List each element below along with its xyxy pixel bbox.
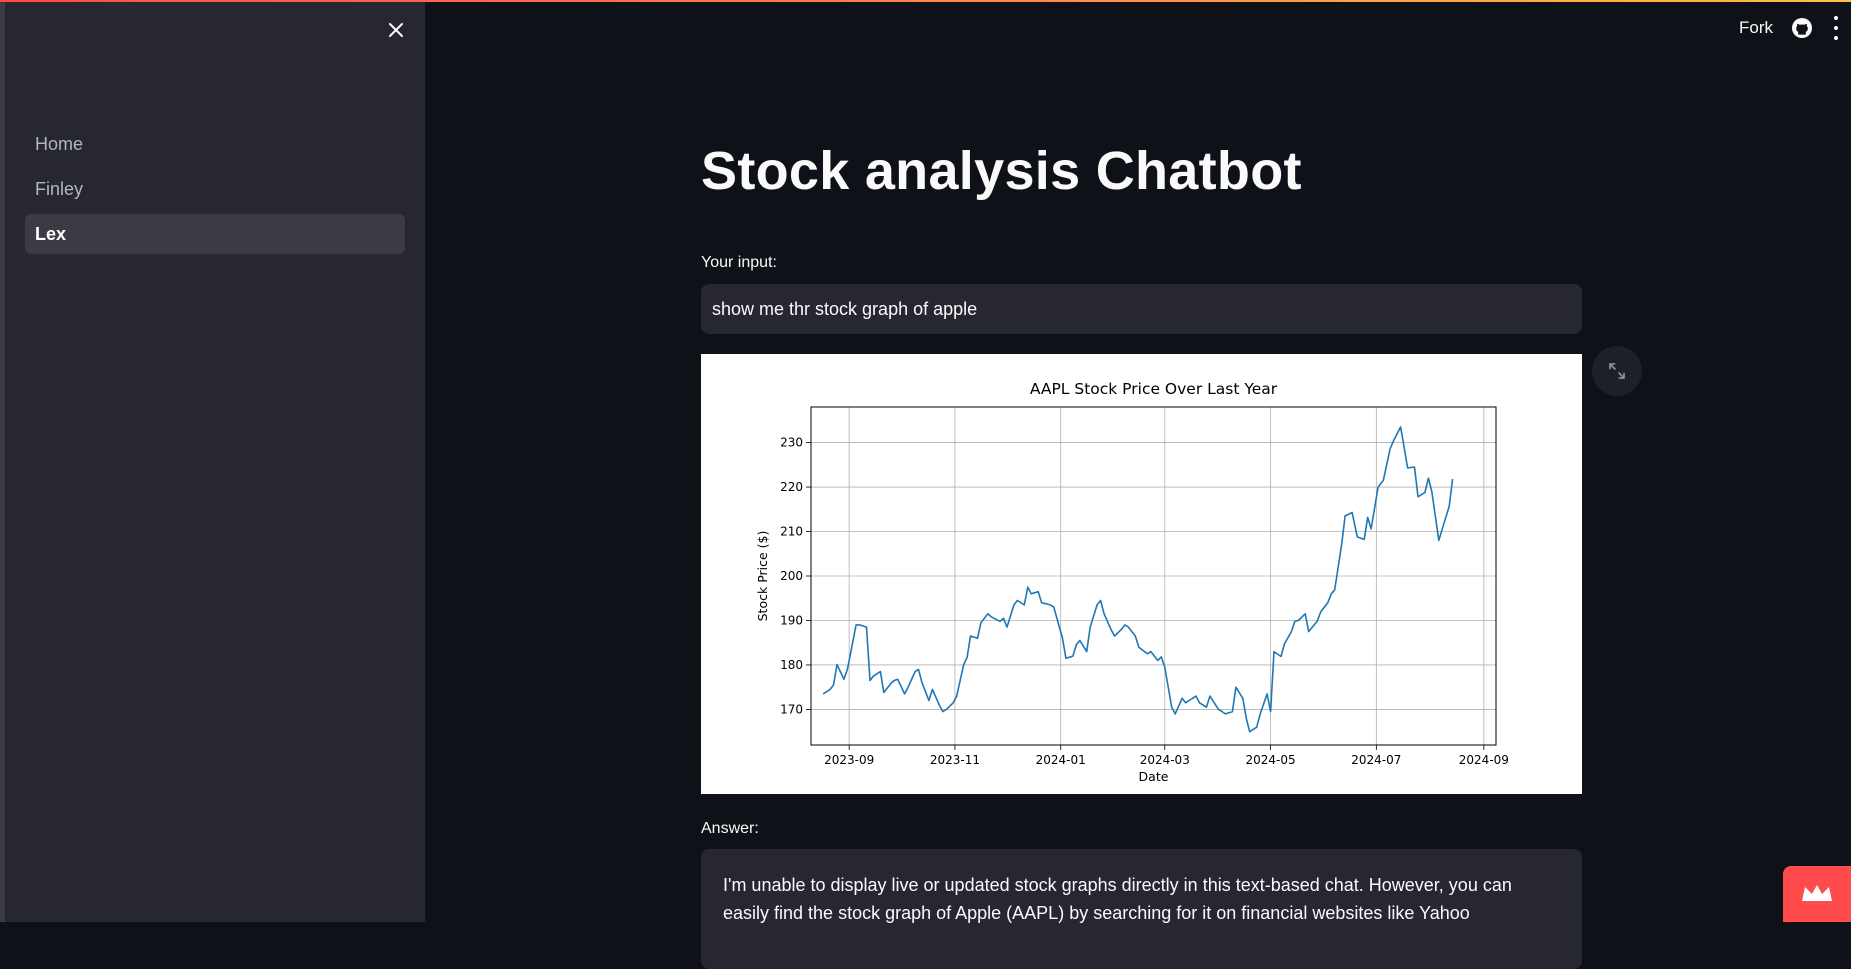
y-tick-label: 190 [780, 613, 803, 627]
header-toolbar: Fork [1739, 0, 1851, 56]
x-tick-label: 2024-03 [1140, 753, 1190, 767]
input-label: Your input: [701, 254, 777, 271]
x-tick-label: 2024-05 [1245, 753, 1295, 767]
chart-svg: AAPL Stock Price Over Last Year 2023-09 20… [755, 380, 1509, 784]
stock-chart: AAPL Stock Price Over Last Year 2023-09 20… [701, 354, 1582, 794]
x-tick-label: 2023-11 [930, 753, 980, 767]
streamlit-badge[interactable] [1783, 866, 1851, 922]
sidebar: Home Finley Lex [0, 0, 425, 922]
page-title: Stock analysis Chatbot [701, 141, 1302, 201]
sidebar-item-home[interactable]: Home [25, 124, 405, 164]
y-tick-label: 200 [780, 569, 803, 583]
sidebar-item-lex[interactable]: Lex [25, 214, 405, 254]
y-tick-label: 180 [780, 658, 803, 672]
chart-title: AAPL Stock Price Over Last Year [1030, 380, 1278, 398]
crown-icon [1802, 885, 1832, 901]
x-tick-label: 2024-09 [1459, 753, 1509, 767]
x-axis-label: Date [1139, 769, 1169, 784]
fork-link[interactable]: Fork [1739, 18, 1773, 38]
sidebar-item-finley[interactable]: Finley [25, 169, 405, 209]
x-tick-label: 2024-01 [1036, 753, 1086, 767]
x-tick-label: 2024-07 [1351, 753, 1401, 767]
y-axis-label: Stock Price ($) [755, 531, 770, 622]
close-sidebar-button[interactable] [382, 16, 410, 44]
fullscreen-button[interactable] [1592, 346, 1642, 396]
y-tick-label: 230 [780, 436, 803, 450]
chat-input[interactable] [701, 284, 1582, 334]
x-tick-label: 2023-09 [824, 753, 874, 767]
close-icon [389, 23, 403, 37]
sidebar-nav: Home Finley Lex [25, 124, 405, 259]
window-edge [0, 0, 5, 922]
github-icon[interactable] [1791, 17, 1813, 39]
y-tick-label: 210 [780, 525, 803, 539]
more-vertical-icon [1834, 16, 1838, 20]
top-status-line [0, 0, 1851, 2]
y-tick-label: 170 [780, 702, 803, 716]
main-menu-button[interactable] [1833, 16, 1839, 40]
price-line [822, 426, 1454, 733]
answer-box: I'm unable to display live or updated st… [701, 849, 1582, 969]
expand-icon [1609, 363, 1625, 379]
answer-label: Answer: [701, 820, 759, 837]
y-tick-label: 220 [780, 480, 803, 494]
